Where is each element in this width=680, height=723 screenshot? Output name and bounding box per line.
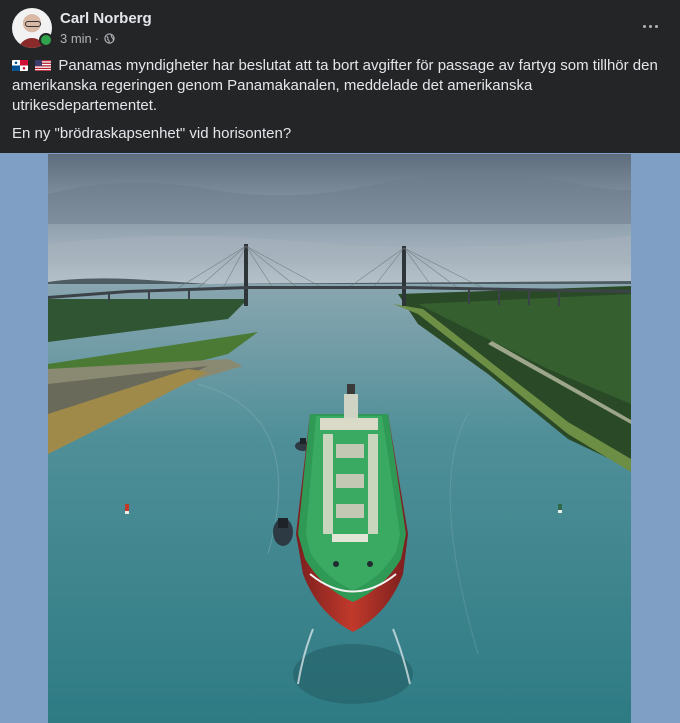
- post-text-question: En ny "brödraskapsenhet" vid horisonten?: [12, 125, 292, 142]
- post-photo-container[interactable]: [0, 153, 680, 723]
- post-paragraph-2: En ny "brödraskapsenhet" vid horisonten?: [12, 124, 668, 144]
- buoy-left: [125, 504, 129, 514]
- more-dot: [654, 24, 658, 28]
- post-photo-canal-tanker[interactable]: [48, 154, 631, 723]
- bridge-tower-right: [402, 246, 406, 306]
- post-time[interactable]: 3 min: [60, 31, 92, 46]
- avatar[interactable]: [12, 8, 53, 48]
- more-dots-icon: [642, 24, 646, 28]
- post-header: Carl Norberg 3 min ·: [0, 0, 680, 56]
- meta-separator: ·: [94, 31, 100, 46]
- flag-panama-icon: [12, 60, 28, 71]
- tugboat-rear: [273, 518, 293, 546]
- more-dot: [648, 24, 652, 28]
- post-paragraph-1: Panamas myndigheter har beslutat att ta …: [12, 56, 668, 116]
- post-text-main: Panamas myndigheter har beslutat att ta …: [12, 57, 658, 114]
- buoy-right: [558, 504, 562, 513]
- author-name[interactable]: Carl Norberg: [60, 10, 152, 27]
- post-meta: 3 min ·: [60, 31, 115, 46]
- post-body: Panamas myndigheter har beslutat att ta …: [12, 56, 668, 152]
- flag-usa-icon: [35, 60, 52, 71]
- globe-icon[interactable]: [104, 33, 115, 44]
- online-status-indicator: [39, 33, 53, 47]
- facebook-post: Carl Norberg 3 min · Panamas myndigheter…: [0, 0, 680, 723]
- bridge-tower-left: [244, 244, 248, 306]
- more-options-button[interactable]: [636, 14, 664, 38]
